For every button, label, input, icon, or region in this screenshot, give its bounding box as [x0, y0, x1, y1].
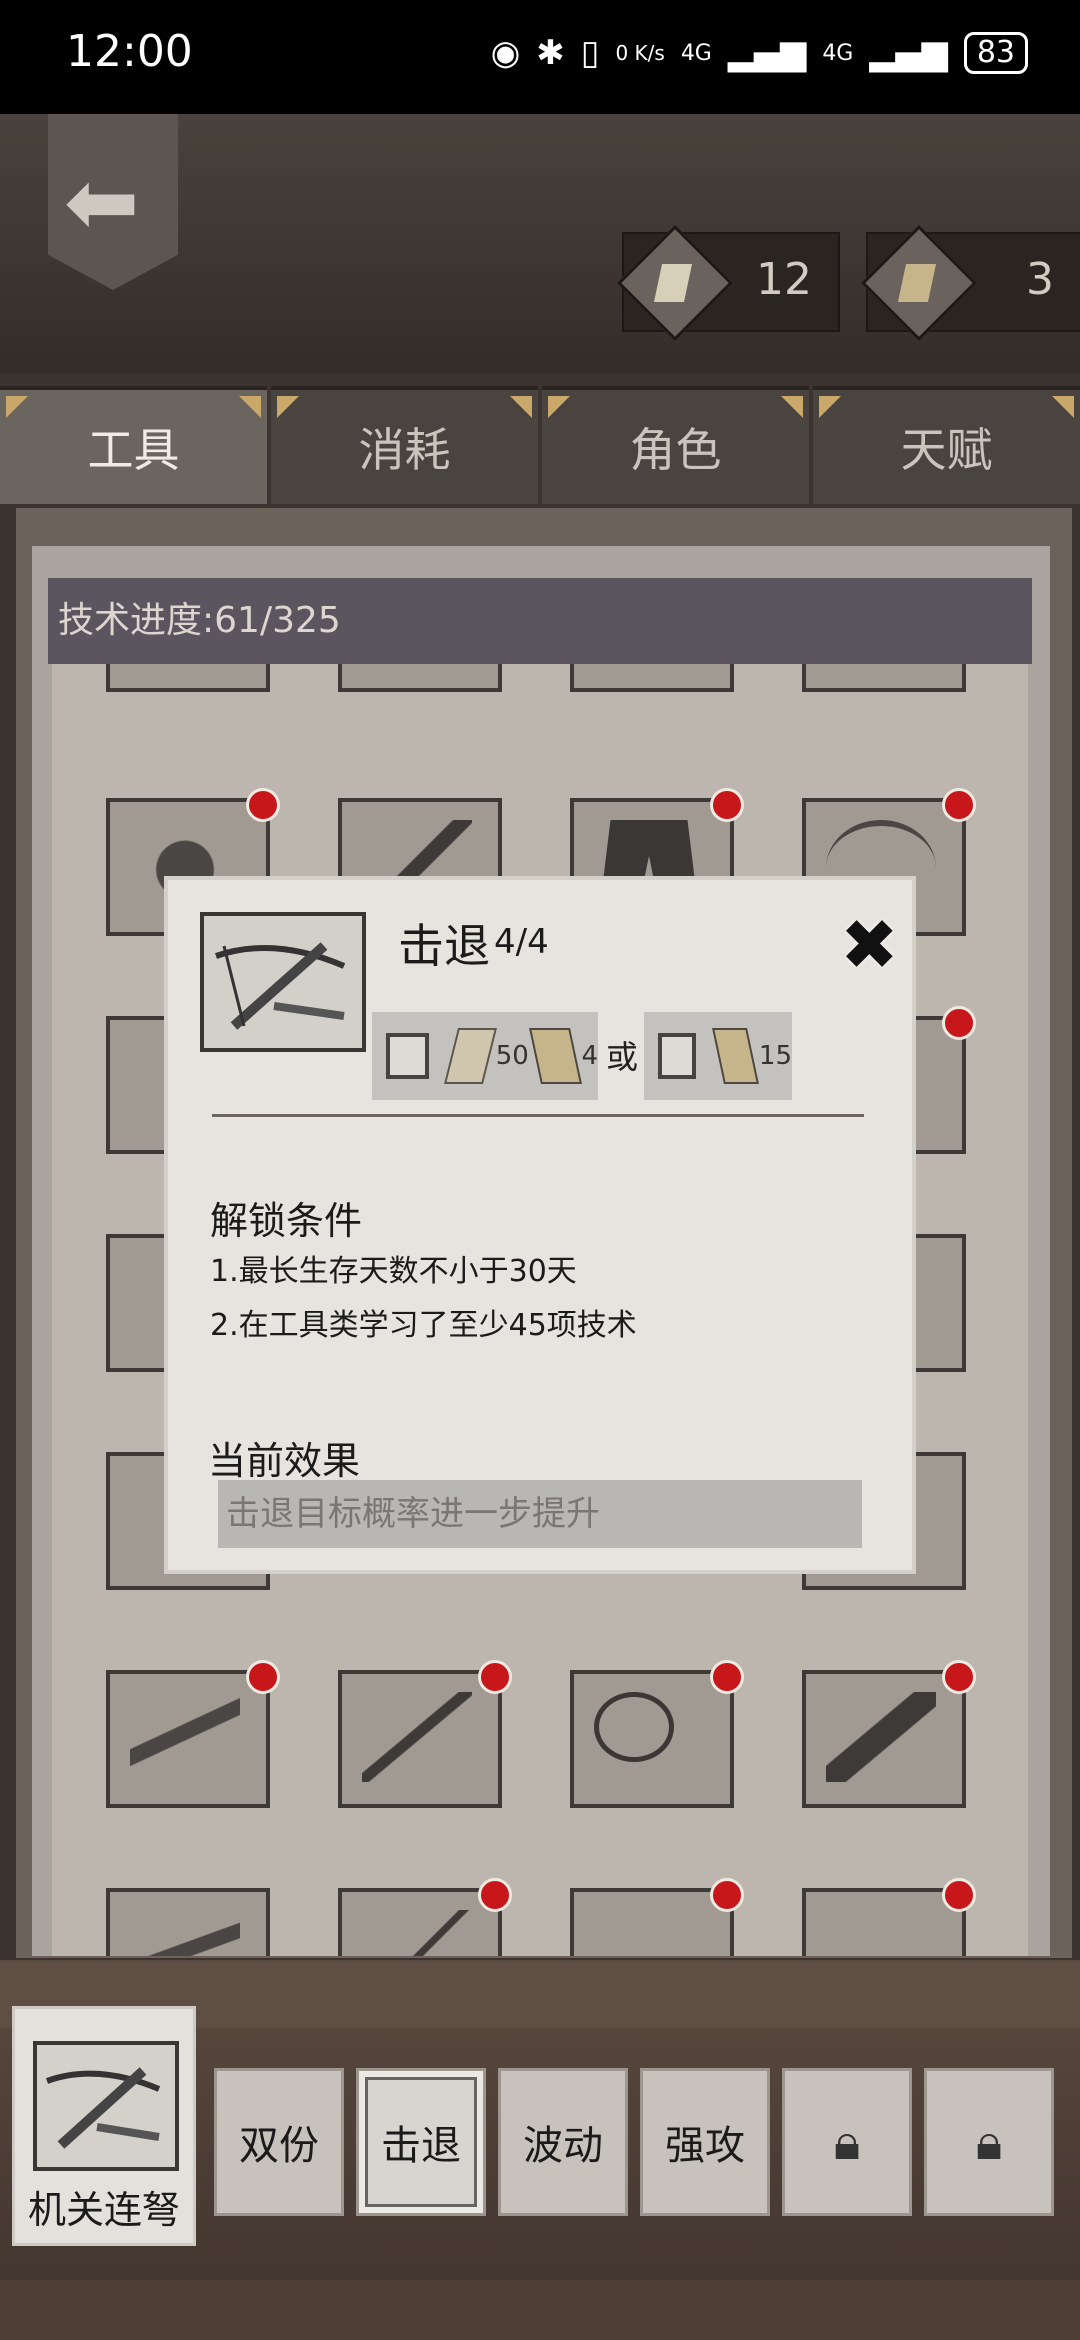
signal-4g-2: 4G	[822, 40, 854, 66]
current-effect-box: 击退目标概率进一步提升	[218, 1480, 862, 1548]
cost-option-b[interactable]: 15	[644, 1012, 792, 1100]
skill-label: 双份	[239, 2123, 319, 2169]
tech-cell-crossbow[interactable]	[106, 1888, 270, 1956]
arrow-left-icon: ⬅	[64, 150, 140, 255]
bluetooth-icon: ✱	[536, 33, 565, 73]
cost-or-label: 或	[606, 1038, 639, 1076]
skill-button-wave[interactable]: 波动	[498, 2068, 628, 2216]
tab-label: 天赋	[900, 423, 993, 477]
resource-book-value: 3	[1026, 254, 1054, 305]
tech-cell-whip[interactable]	[570, 1670, 734, 1808]
new-indicator-dot	[478, 1660, 512, 1694]
battery-indicator: 83	[963, 32, 1028, 74]
crossbow-icon	[45, 2067, 161, 2149]
header: ⬅ 12 3	[0, 114, 1080, 374]
unlock-condition-2: 2.在工具类学习了至少45项技术	[210, 1308, 637, 1343]
skill-label: 击退	[381, 2123, 461, 2169]
new-indicator-dot	[710, 1878, 744, 1912]
book-icon	[711, 1028, 759, 1084]
unlock-conditions-heading: 解锁条件	[210, 1199, 363, 1243]
crossbow-icon	[215, 942, 346, 1030]
tab-character[interactable]: 角色	[542, 386, 809, 504]
resource-book: 3	[861, 225, 1080, 341]
skill-label: 强攻	[665, 2123, 745, 2169]
bow-icon	[362, 1692, 472, 1782]
skill-button-assault[interactable]: 强攻	[640, 2068, 770, 2216]
tab-label: 消耗	[358, 423, 451, 477]
new-indicator-dot	[710, 788, 744, 822]
lock-icon: 🔒︎	[833, 2112, 861, 2171]
tech-cell-sword[interactable]	[802, 1670, 966, 1808]
popup-title: 击退	[398, 919, 490, 973]
skill-tool-icon-frame	[200, 912, 366, 1052]
tab-talent[interactable]: 天赋	[813, 386, 1080, 504]
whip-icon	[594, 1692, 674, 1762]
cost-a-book-amount: 4	[581, 1041, 598, 1071]
lock-icon: 🔒︎	[975, 2112, 1003, 2171]
tech-progress-bar: 技术进度:61/325	[48, 578, 1032, 664]
close-button[interactable]: ✖	[840, 910, 910, 980]
new-indicator-dot	[942, 1660, 976, 1694]
category-tabs: 工具 消耗 角色 天赋	[0, 386, 1080, 504]
new-indicator-dot	[942, 1006, 976, 1040]
new-indicator-dot	[942, 788, 976, 822]
vibrate-icon: ▯	[580, 33, 600, 73]
status-bar: 12:00 ◉ ✱ ▯ 0 K/s 4G ▂▄▆ 4G ▂▄▆ 83	[0, 0, 1080, 114]
new-indicator-dot	[246, 1660, 280, 1694]
tech-cell[interactable]	[570, 664, 734, 692]
wood-plank	[0, 2280, 1080, 2340]
cost-option-a[interactable]: 50 4	[372, 1012, 598, 1100]
skill-button-double[interactable]: 双份	[214, 2068, 344, 2216]
selected-tool-card[interactable]: 机关连弩	[12, 2006, 196, 2246]
resource-scroll-value: 12	[756, 254, 812, 305]
new-indicator-dot	[942, 1878, 976, 1912]
tool-name: 机关连弩	[27, 2188, 180, 2232]
spear-icon	[362, 1910, 472, 1956]
status-time: 12:00	[66, 26, 193, 77]
status-icons: ◉ ✱ ▯ 0 K/s 4G ▂▄▆ 4G ▂▄▆ 83	[491, 32, 1028, 74]
popup-level: 4/4	[494, 922, 549, 962]
tech-progress-label: 技术进度:61/325	[58, 600, 341, 641]
tool-icon-frame	[33, 2041, 179, 2171]
signal-bars-icon-2: ▂▄▆	[869, 33, 948, 73]
tab-tools[interactable]: 工具	[0, 386, 267, 504]
tech-cell[interactable]	[802, 664, 966, 692]
signal-bars-icon: ▂▄▆	[727, 33, 807, 73]
tab-label: 角色	[629, 423, 722, 477]
skill-button-locked-2[interactable]: 🔒︎	[924, 2068, 1054, 2216]
new-indicator-dot	[710, 1660, 744, 1694]
cost-a-scroll-amount: 50	[495, 1041, 529, 1071]
current-effect-text: 击退目标概率进一步提升	[226, 1494, 600, 1534]
skill-button-knockback[interactable]: 击退	[356, 2068, 486, 2216]
cost-option-a-checkbox[interactable]	[386, 1033, 429, 1079]
new-indicator-dot	[478, 1878, 512, 1912]
tech-cell-bow[interactable]	[338, 1670, 502, 1808]
cost-option-b-checkbox[interactable]	[658, 1033, 696, 1079]
current-effect-heading: 当前效果	[208, 1439, 361, 1483]
tech-cell-crossbow[interactable]	[106, 1670, 270, 1808]
skill-button-locked-1[interactable]: 🔒︎	[782, 2068, 912, 2216]
close-icon: ✖	[840, 904, 899, 986]
sword-icon	[826, 1692, 936, 1782]
crossbow-icon	[130, 1910, 240, 1956]
tab-label: 工具	[87, 423, 180, 477]
signal-4g-1: 4G	[680, 40, 712, 66]
skill-label: 波动	[523, 2123, 603, 2169]
tech-cell[interactable]	[338, 664, 502, 692]
crossbow-icon	[130, 1692, 240, 1782]
net-speed: 0 K/s	[615, 41, 665, 65]
tech-cell[interactable]	[106, 664, 270, 692]
book-icon	[528, 1028, 582, 1084]
back-button[interactable]: ⬅	[48, 114, 178, 290]
resource-scroll: 12	[617, 225, 840, 341]
tab-consumables[interactable]: 消耗	[271, 386, 538, 504]
new-indicator-dot	[246, 788, 280, 822]
eye-icon: ◉	[490, 33, 521, 73]
cost-b-book-amount: 15	[758, 1041, 792, 1071]
scroll-icon	[443, 1028, 497, 1084]
unlock-condition-1: 1.最长生存天数不小于30天	[210, 1254, 577, 1289]
popup-divider	[212, 1114, 864, 1117]
